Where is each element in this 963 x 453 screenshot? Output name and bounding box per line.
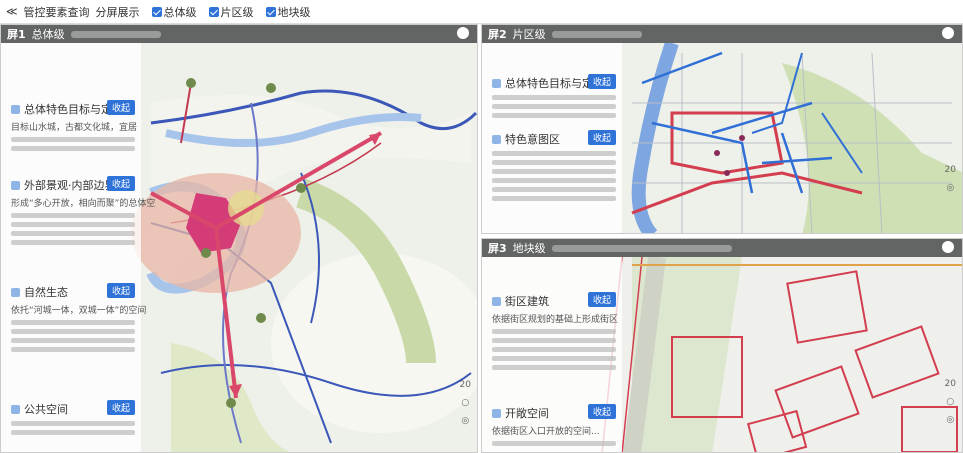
section-icon — [492, 296, 501, 306]
blurred-subtitle — [551, 30, 642, 38]
panel-settings-icon[interactable] — [942, 241, 954, 253]
section-title: 开敞空间 — [505, 407, 549, 420]
panel-number: 屏1 — [7, 28, 26, 41]
panel-district: 屏2 片区级 总体特色目标与定位 收起 特色意图区 收起 20 ◎ — [481, 24, 963, 234]
checkbox-overall[interactable]: 总体级 — [151, 4, 197, 20]
collapse-button[interactable]: 收起 — [106, 176, 135, 191]
collapse-button[interactable]: 收起 — [587, 292, 616, 307]
split-mode-label[interactable]: 分屏展示 — [96, 4, 140, 20]
section-icon — [492, 134, 501, 144]
panel-level: 片区级 — [512, 28, 546, 41]
checkbox-label: 总体级 — [163, 5, 197, 19]
section-public-space: 公共空间 收起 — [11, 400, 135, 435]
section-block-building: 街区建筑 收起 依据街区规划的基础上形成街区 — [492, 292, 619, 370]
section-icon — [11, 104, 20, 114]
locate-icon[interactable]: ○ — [461, 398, 469, 408]
section-feature-area: 特色意图区 收起 — [492, 130, 616, 201]
section-text: 依据街区规划的基础上形成街区 — [492, 315, 619, 325]
panel-number: 屏2 — [488, 28, 507, 41]
section-title: 特色意图区 — [505, 133, 560, 146]
section-title: 街区建筑 — [505, 295, 549, 308]
panel-plot: 屏3 地块级 街区建筑 收起 依据街区规划的基础上形成街区 开敞空间 收起 依据… — [481, 238, 963, 453]
collapse-button[interactable]: 收起 — [106, 100, 135, 115]
collapse-button[interactable]: 收起 — [587, 74, 616, 89]
panel-number: 屏3 — [488, 242, 507, 255]
section-icon — [11, 404, 20, 414]
section-goal: 总体特色目标与定位 收起 — [492, 74, 616, 118]
zoom-level[interactable]: 20 — [945, 379, 956, 389]
section-landscape: 外部景观·内部边界 收起 形成“多心开放，相向而聚”的总体空 — [11, 176, 156, 245]
section-icon — [492, 408, 501, 418]
section-icon — [492, 78, 501, 88]
section-icon — [11, 287, 20, 297]
map-tools: 20 ◎ — [945, 165, 956, 193]
collapse-icon[interactable]: ≪ — [6, 5, 18, 18]
panel-overall: 屏1 总体级 总体特色目标与定位 收起 目标山水城，古都文化城，宜居 外部景观·… — [0, 24, 478, 453]
sidebar-overall: 总体特色目标与定位 收起 目标山水城，古都文化城，宜居 外部景观·内部边界 收起… — [1, 43, 156, 452]
panel-settings-icon[interactable] — [942, 27, 954, 39]
map-tools: 20 ○ ◎ — [460, 380, 471, 426]
section-ecology: 自然生态 收起 依托“河城一体，双城一体”的空间 — [11, 283, 147, 352]
section-icon — [11, 180, 20, 190]
checkbox-plot[interactable]: 地块级 — [265, 4, 311, 20]
panel-header: 屏3 地块级 — [482, 239, 962, 257]
section-text: 形成“多心开放，相向而聚”的总体空 — [11, 199, 156, 209]
panel-level: 总体级 — [31, 28, 65, 41]
section-goal: 总体特色目标与定位 收起 目标山水城，古都文化城，宜居 — [11, 100, 138, 151]
panel-level: 地块级 — [512, 242, 546, 255]
collapse-button[interactable]: 收起 — [587, 130, 616, 145]
zoom-level[interactable]: 20 — [945, 165, 956, 175]
map-tools: 20 ○ ◎ — [945, 379, 956, 425]
section-text: 目标山水城，古都文化城，宜居 — [11, 123, 138, 133]
checkbox-icon[interactable] — [208, 6, 219, 17]
panel-header: 屏1 总体级 — [1, 25, 477, 43]
layers-icon[interactable]: ◎ — [946, 183, 954, 193]
checkbox-label: 地块级 — [277, 5, 311, 19]
section-title: 公共空间 — [24, 403, 68, 416]
page-title: 管控要素查询 — [23, 5, 90, 19]
sidebar-plot: 街区建筑 收起 依据街区规划的基础上形成街区 开敞空间 收起 依据街区入口开放的… — [482, 257, 622, 452]
locate-icon[interactable]: ○ — [946, 397, 954, 407]
blurred-subtitle — [551, 244, 732, 252]
zoom-level[interactable]: 20 — [460, 380, 471, 390]
blurred-subtitle — [70, 30, 161, 38]
panel-header: 屏2 片区级 — [482, 25, 962, 43]
section-open-space: 开敞空间 收起 依据街区入口开放的空间... — [492, 404, 616, 446]
checkbox-icon[interactable] — [151, 6, 162, 17]
top-toolbar: ≪ 管控要素查询 分屏展示 总体级 片区级 地块级 — [0, 0, 963, 24]
collapse-button[interactable]: 收起 — [587, 404, 616, 419]
checkbox-district[interactable]: 片区级 — [208, 4, 254, 20]
layers-icon[interactable]: ◎ — [461, 416, 469, 426]
checkbox-label: 片区级 — [220, 5, 254, 19]
section-title: 外部景观·内部边界 — [24, 179, 116, 192]
collapse-button[interactable]: 收起 — [106, 283, 135, 298]
collapse-button[interactable]: 收起 — [106, 400, 135, 415]
section-title: 自然生态 — [24, 286, 68, 299]
panel-settings-icon[interactable] — [457, 27, 469, 39]
section-text: 依据街区入口开放的空间... — [492, 427, 600, 437]
layers-icon[interactable]: ◎ — [946, 415, 954, 425]
sidebar-district: 总体特色目标与定位 收起 特色意图区 收起 — [482, 43, 622, 233]
checkbox-icon[interactable] — [265, 6, 276, 17]
section-text: 依托“河城一体，双城一体”的空间 — [11, 306, 147, 316]
